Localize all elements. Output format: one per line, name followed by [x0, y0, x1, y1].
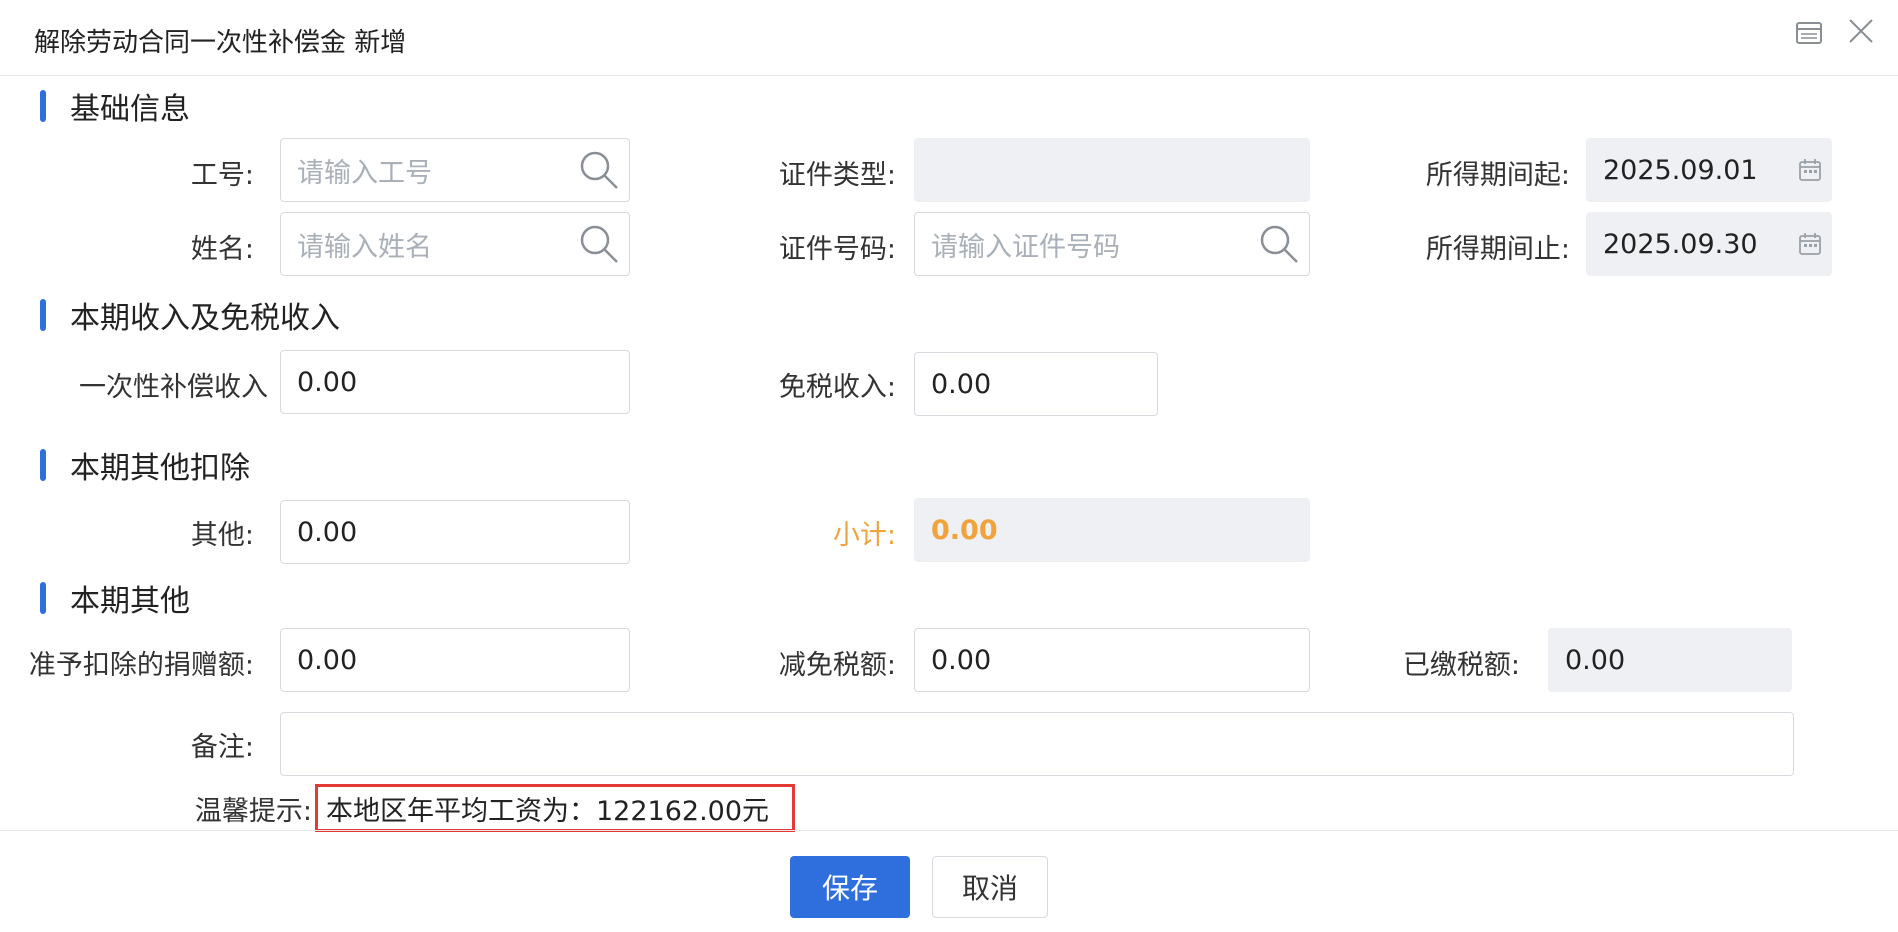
tax-relief-label: 减免税额:: [778, 649, 896, 681]
section-title: 本期收入及免税收入: [70, 301, 340, 336]
emp-no-placeholder: 请输入工号: [297, 157, 432, 189]
id-no-placeholder: 请输入证件号码: [931, 231, 1120, 263]
average-salary-hint: 本地区年平均工资为：122162.00元: [315, 784, 795, 832]
dialog-titlebar: 解除劳动合同一次性补偿金 新增: [0, 0, 1898, 76]
period-end-date[interactable]: 2025.09.30: [1586, 212, 1832, 276]
id-type-select[interactable]: [914, 138, 1310, 202]
save-button[interactable]: 保存: [790, 856, 910, 918]
period-end-label: 所得期间止:: [1425, 233, 1570, 265]
section-income: 本期收入及免税收入: [40, 297, 340, 336]
search-icon[interactable]: [577, 139, 621, 201]
section-marker: [40, 90, 46, 122]
maximize-icon[interactable]: [1794, 18, 1824, 48]
id-no-input[interactable]: 请输入证件号码: [914, 212, 1310, 276]
remark-input[interactable]: [280, 712, 1794, 776]
name-placeholder: 请输入姓名: [297, 231, 432, 263]
calendar-icon[interactable]: [1797, 139, 1823, 201]
section-title: 基础信息: [70, 92, 190, 127]
compensation-input[interactable]: 0.00: [280, 350, 630, 414]
search-icon[interactable]: [577, 213, 621, 275]
section-marker: [40, 449, 46, 481]
close-icon[interactable]: [1846, 16, 1876, 46]
name-input[interactable]: 请输入姓名: [280, 212, 630, 276]
id-no-label: 证件号码:: [778, 233, 896, 265]
other-deduction-input[interactable]: 0.00: [280, 500, 630, 564]
compensation-label: 一次性补偿收入: [79, 371, 268, 403]
tax-free-input[interactable]: 0.00: [914, 352, 1158, 416]
dialog-title: 解除劳动合同一次性补偿金 新增: [34, 28, 407, 58]
tax-relief-input[interactable]: 0.00: [914, 628, 1310, 692]
cancel-button[interactable]: 取消: [932, 856, 1048, 918]
section-title: 本期其他: [70, 584, 190, 619]
section-marker: [40, 299, 46, 331]
emp-no-label: 工号:: [190, 159, 254, 191]
section-basic: 基础信息: [40, 88, 190, 127]
section-deductions: 本期其他扣除: [40, 447, 250, 486]
section-marker: [40, 582, 46, 614]
period-start-label: 所得期间起:: [1425, 159, 1570, 191]
emp-no-input[interactable]: 请输入工号: [280, 138, 630, 202]
id-type-label: 证件类型:: [778, 159, 896, 191]
tax-paid-label: 已缴税额:: [1402, 649, 1520, 681]
footer-divider: [0, 830, 1898, 831]
search-icon[interactable]: [1257, 213, 1301, 275]
subtotal-label: 小计:: [832, 519, 896, 551]
section-other: 本期其他: [40, 580, 190, 619]
tax-free-label: 免税收入:: [778, 371, 896, 403]
period-start-date[interactable]: 2025.09.01: [1586, 138, 1832, 202]
period-end-value: 2025.09.30: [1603, 228, 1758, 260]
remark-label: 备注:: [190, 731, 254, 763]
calendar-icon[interactable]: [1797, 213, 1823, 275]
period-start-value: 2025.09.01: [1603, 154, 1758, 186]
donation-input[interactable]: 0.00: [280, 628, 630, 692]
other-deduction-label: 其他:: [190, 519, 254, 551]
name-label: 姓名:: [190, 233, 254, 265]
tax-paid-value: 0.00: [1548, 628, 1792, 692]
section-title: 本期其他扣除: [70, 451, 250, 486]
subtotal-value: 0.00: [914, 498, 1310, 562]
donation-label: 准予扣除的捐赠额:: [28, 649, 254, 681]
